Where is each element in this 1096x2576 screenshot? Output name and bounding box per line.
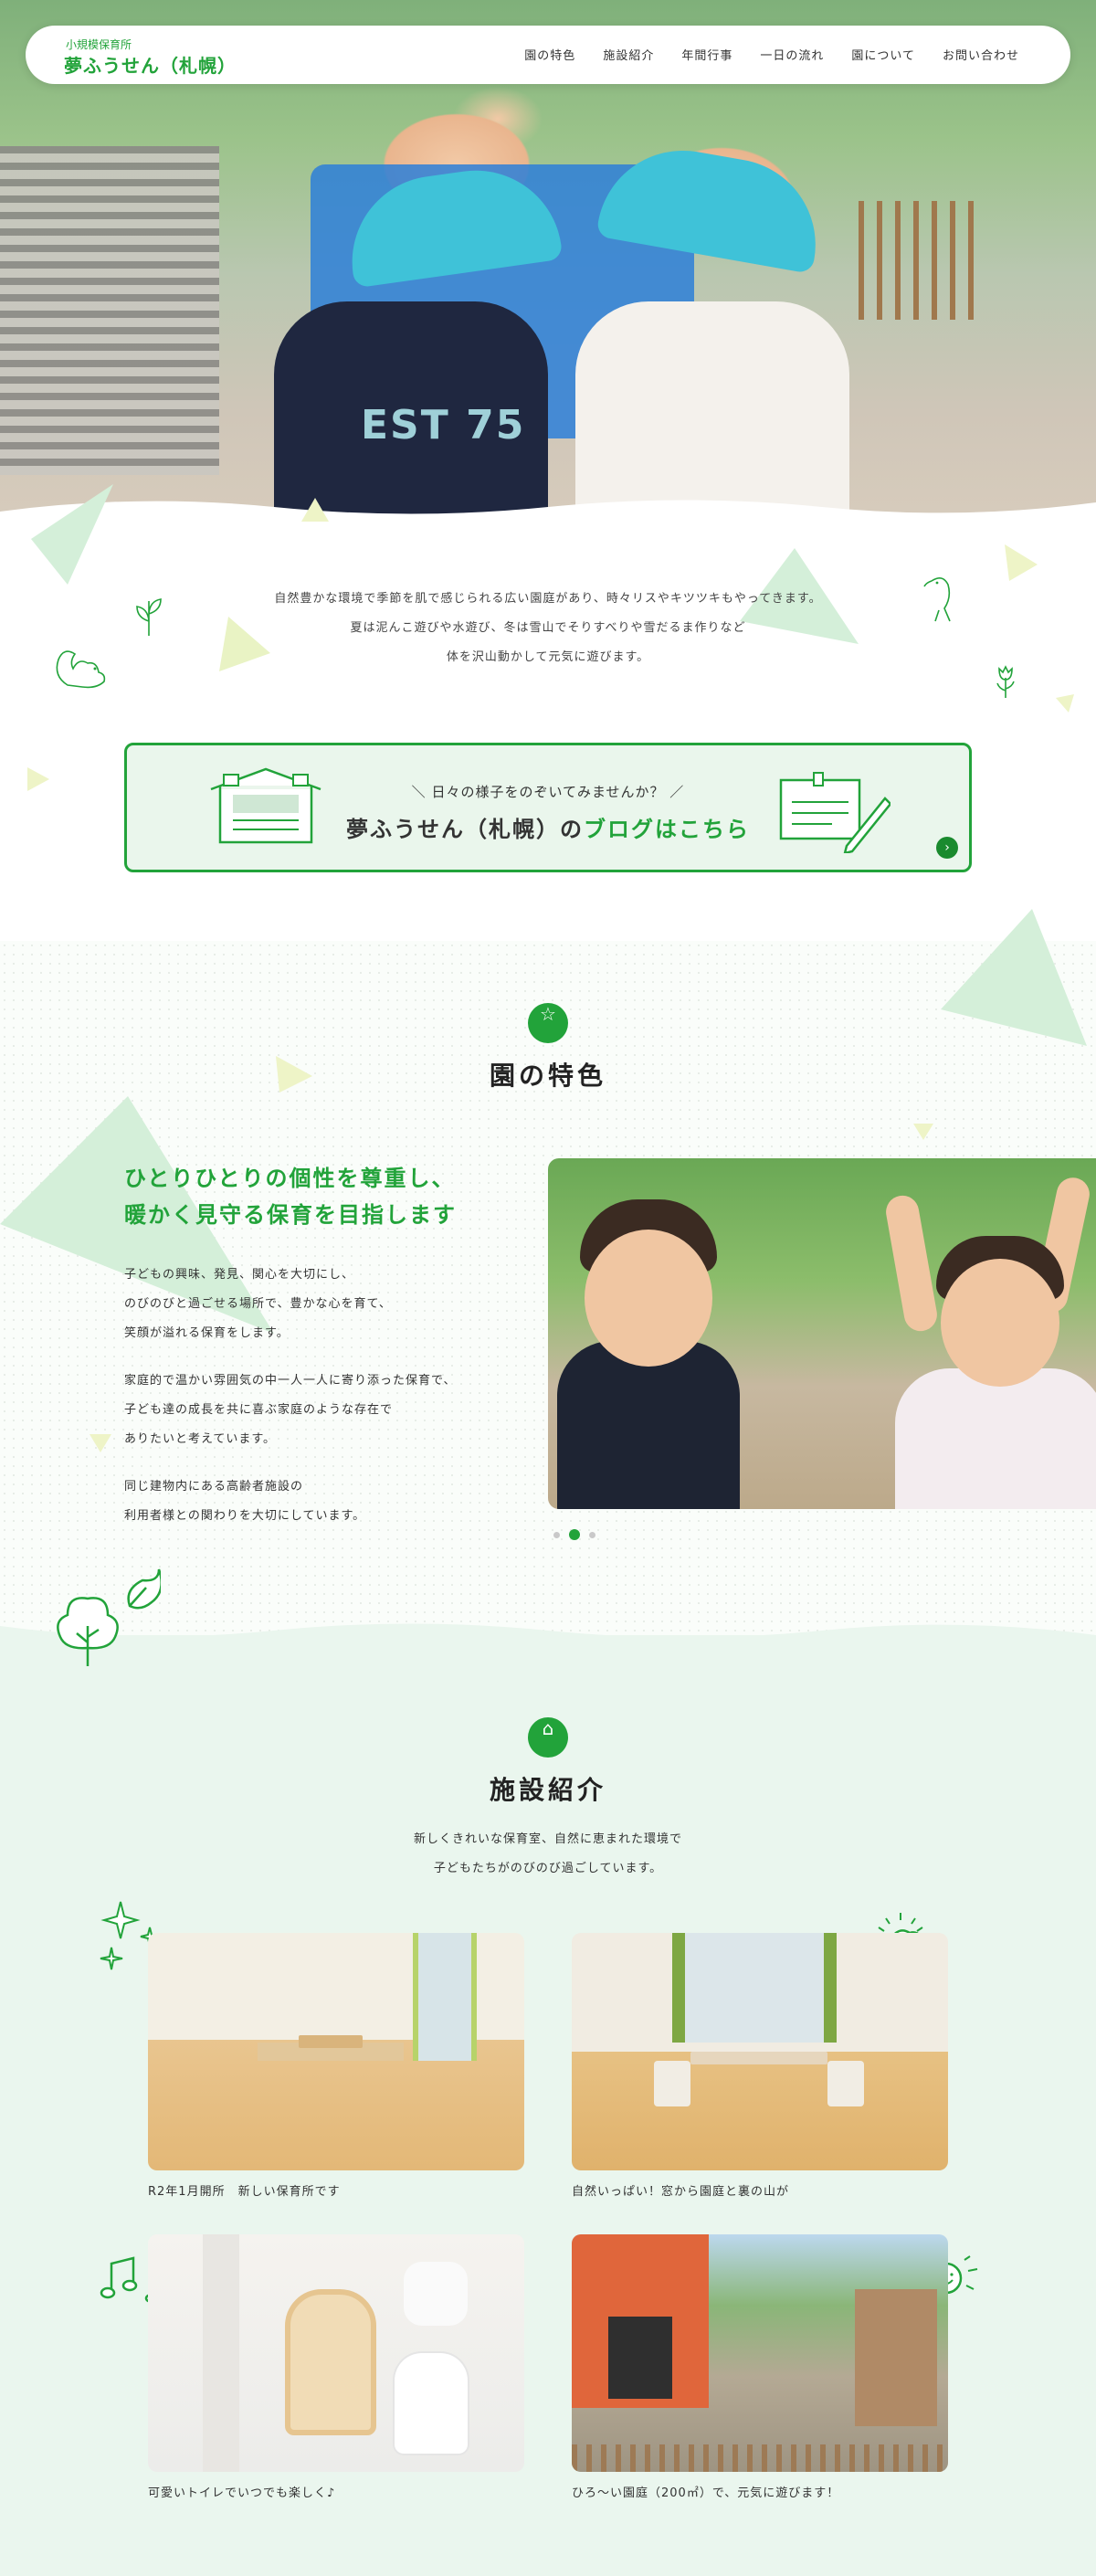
intro-line: 体を沢山動かして元気に遊びます。	[446, 650, 650, 664]
window	[672, 1933, 837, 2043]
site-header: 小規模保育所 夢ふうせん（札幌） 園の特色 施設紹介 年間行事 一日の流れ 園に…	[26, 26, 1070, 84]
small-table	[299, 2035, 363, 2048]
hero-wood-fence	[859, 201, 986, 320]
features-slide-photo[interactable]	[548, 1158, 1096, 1509]
features-text-line: 笑顔が溢れる保育をします。	[124, 1326, 290, 1340]
facilities-desc-line: 子どもたちがのびのび過ごしています。	[433, 1862, 663, 1875]
features-text-line: 子どもの興味、発見、関心を大切にし、	[124, 1268, 355, 1282]
door-frame	[203, 2234, 239, 2472]
hero-wave	[0, 500, 1096, 548]
facility-caption: 可愛いトイレでいつでも楽しく♪	[148, 2486, 336, 2500]
slider-dot[interactable]	[553, 1531, 560, 1538]
features-text-line: 同じ建物内にある高齢者施設の	[124, 1480, 304, 1494]
slider-pagination	[553, 1529, 595, 1540]
facilities-desc-line: 新しくきれいな保育室、自然に恵まれた環境で	[413, 1832, 682, 1846]
intro-line: 自然豊かな環境で季節を肌で感じられる広い園庭があり、時々リスやキツツキもやってき…	[274, 592, 822, 606]
features-text-line: のびのびと過ごせる場所で、豊かな心を育て、	[124, 1297, 392, 1311]
features-paragraph: 子どもの興味、発見、関心を大切にし、 のびのびと過ごせる場所で、豊かな心を育て、…	[124, 1261, 392, 1348]
features-heading-line: 暖かく見守る保育を目指します	[124, 1202, 457, 1228]
photo-kid-right-body	[895, 1368, 1096, 1509]
table	[690, 2052, 827, 2064]
facility-caption: 自然いっぱい！窓から園庭と裏の山が	[572, 2185, 790, 2199]
nav-item-daily-flow[interactable]: 一日の流れ	[760, 46, 824, 63]
hero-fence	[0, 146, 219, 475]
building-door	[608, 2317, 672, 2399]
toilet-divider	[285, 2289, 376, 2435]
intro-line: 夏は泥んこ遊びや水遊び、冬は雪山でそりすべりや雪だるま作りなど	[350, 621, 746, 635]
features-heading-line: ひとりひとりの個性を尊重し、	[124, 1166, 456, 1191]
features-text-line: 家庭的で温かい雰囲気の中一人一人に寄り添った保育で、	[124, 1374, 457, 1388]
intro-text: 自然豊かな環境で季節を肌で感じられる広い園庭があり、時々リスやキツツキもやってき…	[0, 585, 1096, 672]
chair	[827, 2061, 864, 2106]
photo-kid-right-arm	[883, 1193, 940, 1334]
nav-item-about[interactable]: 園について	[851, 46, 915, 63]
arrow-right-icon[interactable]: ›	[936, 837, 958, 859]
facility-photo-classroom[interactable]	[148, 1933, 524, 2170]
chair	[654, 2061, 690, 2106]
facility-caption: ひろ～い園庭（200㎡）で、元気に遊びます！	[572, 2486, 840, 2500]
nav-item-facilities[interactable]: 施設紹介	[603, 46, 654, 63]
triangle-decoration	[31, 484, 113, 585]
triangle-decoration	[27, 767, 49, 791]
features-text-line: 子ども達の成長を共に喜ぶ家庭のような存在で	[124, 1403, 394, 1417]
facilities-description: 新しくきれいな保育室、自然に恵まれた環境で 子どもたちがのびのび過ごしています。	[0, 1825, 1096, 1884]
triangle-decoration	[1005, 544, 1038, 581]
main-nav: 園の特色 施設紹介 年間行事 一日の流れ 園について お問い合わせ	[524, 46, 1019, 63]
home-icon: ⌂	[528, 1717, 568, 1758]
nav-item-features[interactable]: 園の特色	[524, 46, 575, 63]
memo-pencil-icon	[779, 772, 890, 853]
wooden-shed	[855, 2289, 937, 2426]
features-paragraph: 家庭的で温かい雰囲気の中一人一人に寄り添った保育で、 子ども達の成長を共に喜ぶ家…	[124, 1367, 456, 1454]
triangle-decoration	[301, 498, 329, 522]
facilities-title: 施設紹介	[489, 1775, 606, 1805]
logo[interactable]: 夢ふうせん（札幌）	[64, 51, 237, 78]
nav-item-events[interactable]: 年間行事	[681, 46, 732, 63]
features-title: 園の特色	[489, 1061, 606, 1091]
triangle-decoration	[913, 1124, 933, 1140]
features-text-line: ありたいと考えています。	[124, 1432, 277, 1446]
facility-caption: R2年1月開所 新しい保育所です	[148, 2185, 341, 2199]
slider-dot-active[interactable]	[569, 1529, 580, 1540]
triangle-decoration	[941, 909, 1087, 1046]
toilet-tank	[404, 2262, 468, 2326]
features-paragraph: 同じ建物内にある高齢者施設の 利用者様との関わりを大切にしています。	[124, 1473, 365, 1531]
logo-subtitle: 小規模保育所	[66, 38, 132, 51]
blog-title-prefix: 夢ふうせん（札幌）の	[346, 817, 584, 842]
star-icon: ☆	[528, 1003, 568, 1043]
photo-kid-right-face	[941, 1259, 1059, 1387]
facility-photo-toilet[interactable]	[148, 2234, 524, 2472]
blog-banner-link[interactable]: ＼ 日々の様子をのぞいてみませんか？ ／ 夢ふうせん（札幌）のブログはこちら ›	[124, 743, 972, 872]
facility-photo-window-room[interactable]	[572, 1933, 948, 2170]
section-wave	[0, 1623, 1096, 1663]
features-text-line: 利用者様との関わりを大切にしています。	[124, 1509, 366, 1523]
photo-kid-left-face	[585, 1230, 712, 1367]
features-heading: ひとりひとりの個性を尊重し、 暖かく見守る保育を目指します	[124, 1160, 457, 1233]
window	[413, 1933, 477, 2061]
triangle-decoration	[1056, 694, 1074, 713]
nav-item-contact[interactable]: お問い合わせ	[943, 46, 1019, 63]
facility-photo-yard[interactable]	[572, 2234, 948, 2472]
tree-icon	[57, 1568, 161, 1666]
yard-fence	[572, 2444, 948, 2472]
slider-dot[interactable]	[589, 1531, 595, 1538]
triangle-decoration	[90, 1434, 111, 1452]
toilet-bowl	[395, 2353, 468, 2454]
blog-title-highlight: ブログはこちら	[584, 817, 750, 842]
hero-shirt-print: EST 75	[361, 402, 526, 449]
